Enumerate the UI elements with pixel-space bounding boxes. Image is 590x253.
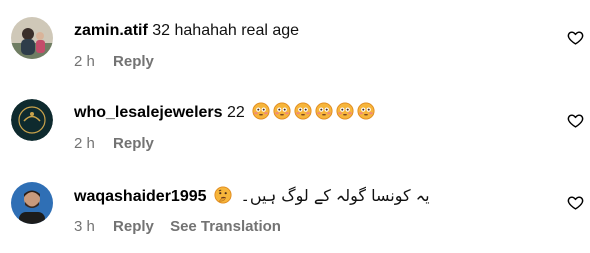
heart-outline-icon[interactable] — [567, 29, 584, 46]
comment-item: waqashaider1995 یہ کونسا گولہ کے لوگ ہیں… — [0, 166, 590, 248]
flushed-face-emoji-icon — [336, 102, 354, 120]
avatar[interactable] — [11, 182, 53, 224]
comment-text: 32 hahahah real age — [152, 22, 300, 39]
comment-line: waqashaider1995 یہ کونسا گولہ کے لوگ ہیں… — [74, 185, 430, 208]
comment-meta: 3 h Reply See Translation — [74, 217, 293, 237]
thinking-face-emoji-icon — [214, 186, 232, 204]
comment-item: zamin.atif 32 hahahah real age 2 h Reply — [0, 0, 590, 82]
reply-button[interactable]: Reply — [113, 53, 154, 70]
flushed-face-emoji-icon — [315, 102, 333, 120]
comment-time[interactable]: 2 h — [74, 135, 95, 152]
comment-line: who_lesalejewelers 22 — [74, 102, 375, 124]
avatar[interactable] — [11, 99, 53, 141]
see-translation-button[interactable]: See Translation — [170, 218, 281, 235]
comment-line: zamin.atif 32 hahahah real age — [74, 20, 299, 42]
heart-outline-icon[interactable] — [567, 194, 584, 211]
flushed-face-emoji-icon — [294, 102, 312, 120]
comment-meta: 2 h Reply — [74, 52, 166, 72]
comment-meta: 2 h Reply — [74, 134, 166, 154]
heart-outline-icon[interactable] — [567, 112, 584, 129]
comment-time[interactable]: 2 h — [74, 53, 95, 70]
flushed-face-emoji-icon — [252, 102, 270, 120]
comment-username[interactable]: zamin.atif — [74, 22, 148, 39]
reply-button[interactable]: Reply — [113, 218, 154, 235]
person-photo-avatar-icon — [11, 17, 53, 59]
flushed-face-emoji-icon — [357, 102, 375, 120]
jewelry-brand-logo-avatar-icon — [11, 99, 53, 141]
avatar[interactable] — [11, 17, 53, 59]
flushed-face-emoji-icon — [273, 102, 291, 120]
comment-text: یہ کونسا گولہ کے لوگ ہیں۔ — [240, 186, 430, 205]
reply-button[interactable]: Reply — [113, 135, 154, 152]
person-photo-avatar-icon — [11, 182, 53, 224]
comment-time[interactable]: 3 h — [74, 218, 95, 235]
comment-username[interactable]: waqashaider1995 — [74, 188, 207, 205]
comment-item: who_lesalejewelers 22 2 h Reply — [0, 82, 590, 164]
comment-text: 22 — [226, 104, 245, 121]
comment-username[interactable]: who_lesalejewelers — [74, 104, 223, 121]
